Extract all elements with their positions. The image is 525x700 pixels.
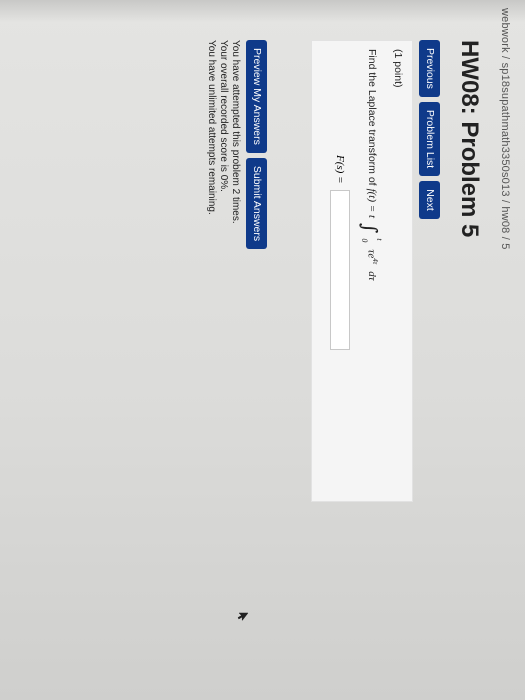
breadcrumb: webwork / sp18supathmath3350s013 / hw08 … — [499, 8, 511, 250]
status-remaining: You have unlimited attempts remaining. — [206, 40, 217, 215]
submit-answers-button[interactable]: Submit Answers — [246, 157, 267, 250]
function-definition: f(t) = t — [366, 188, 378, 218]
webwork-page: webwork / sp18supathmath3350s013 / hw08 … — [0, 0, 525, 700]
integrand: τe4τ — [365, 249, 379, 265]
attempt-status: You have attempted this problem 2 times.… — [205, 40, 241, 224]
problem-nav: Previous Problem List Next — [419, 40, 440, 219]
integral-sign: ∫ — [358, 223, 382, 234]
page-title: HW08: Problem 5 — [456, 40, 483, 238]
answer-actions: Preview My Answers Submit Answers — [246, 40, 267, 250]
next-button[interactable]: Next — [419, 181, 440, 219]
screen: webwork / sp18supathmath3350s013 / hw08 … — [0, 0, 525, 700]
question-prompt: Find the Laplace transform of — [366, 49, 378, 186]
answer-input[interactable] — [330, 189, 350, 350]
answer-label: F(s) = — [334, 155, 346, 184]
status-score: Your overall recorded score is 0%. — [218, 40, 229, 192]
integral-upper-limit: t — [375, 238, 384, 241]
integrand-exponent: 4τ — [370, 258, 379, 265]
previous-button[interactable]: Previous — [419, 40, 440, 97]
preview-answers-button[interactable]: Preview My Answers — [246, 40, 267, 153]
integration-variable: dτ — [366, 271, 378, 281]
problem-panel: (1 point) Find the Laplace transform of … — [311, 40, 413, 502]
answer-row: F(s) = — [330, 49, 350, 350]
problem-points: (1 point) — [392, 49, 404, 88]
problem-question: Find the Laplace transform of f(t) = t ∫… — [358, 49, 384, 281]
integral-lower-limit: 0 — [360, 238, 369, 243]
status-attempts: You have attempted this problem 2 times. — [230, 40, 241, 224]
problem-list-button[interactable]: Problem List — [419, 101, 440, 177]
mouse-pointer-icon — [237, 612, 249, 622]
integral-limits: t 0 — [360, 238, 384, 242]
